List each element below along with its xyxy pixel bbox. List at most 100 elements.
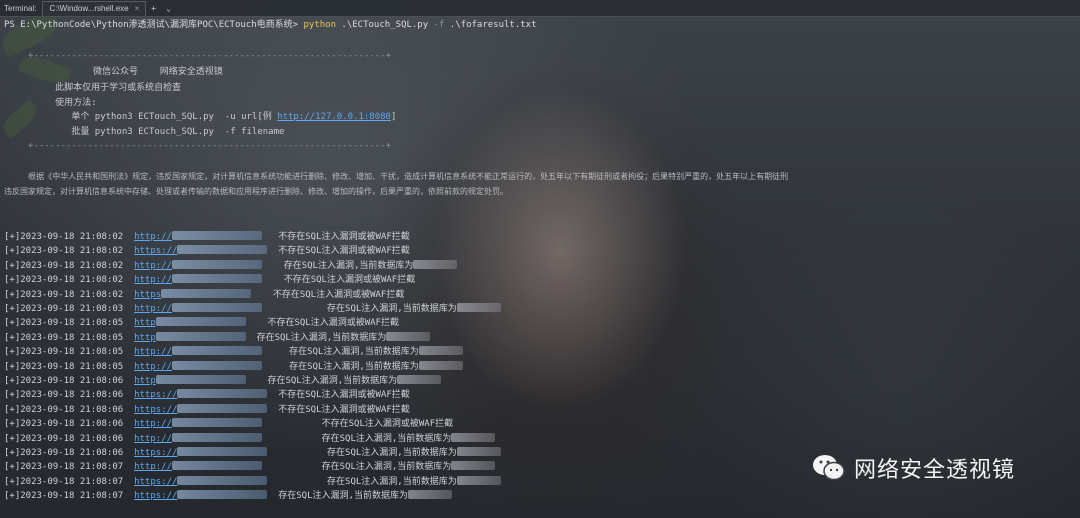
redacted-url-mask xyxy=(155,375,246,384)
redacted-url-mask xyxy=(177,447,268,456)
redacted-db-mask xyxy=(418,346,463,356)
result-spacing xyxy=(262,362,289,372)
result-timestamp: [+]2023-09-18 21:08:07 xyxy=(4,491,124,502)
redacted-db-mask xyxy=(407,490,452,500)
result-spacing xyxy=(262,419,322,429)
redacted-db-mask xyxy=(451,461,496,471)
result-row: [+]2023-09-18 21:08:06 http:// 存在SQL注入漏洞… xyxy=(4,432,496,445)
banner-border-bottom: +---------------------------------------… xyxy=(28,141,392,151)
result-message: 不存在SQL注入漏洞或被WAF拦截 xyxy=(283,275,416,286)
redacted-db-mask xyxy=(397,375,442,384)
result-spacing xyxy=(267,405,278,415)
result-message: 不存在SQL注入漏洞或被WAF拦截 xyxy=(267,318,399,329)
banner-line: 此脚本仅用于学习或系统自检查 xyxy=(28,83,182,93)
result-timestamp: [+]2023-09-18 21:08:02 xyxy=(4,246,124,257)
result-url[interactable]: http xyxy=(134,318,156,328)
redacted-url-mask xyxy=(172,231,262,240)
result-message: 存在SQL注入漏洞,当前数据库为 xyxy=(327,304,457,314)
result-timestamp: [+]2023-09-18 21:08:05 xyxy=(4,347,124,358)
redacted-db-mask xyxy=(456,447,501,456)
result-timestamp: [+]2023-09-18 21:08:02 xyxy=(4,275,124,286)
result-message: 存在SQL注入漏洞,当前数据库为 xyxy=(278,491,408,502)
result-row: [+]2023-09-18 21:08:07 https:// 存在SQL注入漏… xyxy=(4,475,501,488)
result-url[interactable]: https:// xyxy=(134,405,177,415)
result-row: [+]2023-09-18 21:08:06 https:// 存在SQL注入漏… xyxy=(4,447,501,459)
result-row: [+]2023-09-18 21:08:02 https:// 不存在SQL注入… xyxy=(4,245,410,257)
result-spacing xyxy=(262,232,278,242)
result-timestamp: [+]2023-09-18 21:08:06 xyxy=(4,390,124,401)
result-message: 不存在SQL注入漏洞或被WAF拦截 xyxy=(272,289,405,300)
result-timestamp: [+]2023-09-18 21:08:05 xyxy=(4,318,124,329)
command-file: .\fofaresult.txt xyxy=(444,20,537,30)
result-message: 不存在SQL注入漏洞或被WAF拦截 xyxy=(278,232,410,242)
result-url[interactable]: https:// xyxy=(134,477,177,487)
result-url[interactable]: https:// xyxy=(134,246,177,256)
result-url[interactable]: http:// xyxy=(134,434,172,444)
result-spacing xyxy=(267,491,278,501)
redacted-db-mask xyxy=(418,360,463,370)
result-timestamp: [+]2023-09-18 21:08:06 xyxy=(4,448,124,458)
result-url[interactable]: http:// xyxy=(134,462,172,472)
redacted-url-mask xyxy=(172,346,262,356)
redacted-db-mask xyxy=(386,331,431,341)
result-row: [+]2023-09-18 21:08:05 http:// 存在SQL注入漏洞… xyxy=(4,346,463,358)
result-url[interactable]: http xyxy=(134,376,156,386)
result-spacing xyxy=(246,376,268,386)
result-timestamp: [+]2023-09-18 21:08:07 xyxy=(4,476,124,487)
result-timestamp: [+]2023-09-18 21:08:06 xyxy=(4,404,124,415)
result-url[interactable]: http:// xyxy=(134,362,172,372)
result-spacing xyxy=(267,246,278,256)
result-url[interactable]: https:// xyxy=(134,390,177,400)
result-spacing xyxy=(246,318,268,328)
result-timestamp: [+]2023-09-18 21:08:06 xyxy=(4,376,124,386)
result-spacing xyxy=(262,261,284,271)
result-url[interactable]: https:// xyxy=(134,448,177,458)
redacted-url-mask xyxy=(155,317,246,327)
result-row: [+]2023-09-18 21:08:06 http 存在SQL注入漏洞,当前… xyxy=(4,375,442,387)
redacted-url-mask xyxy=(172,303,262,312)
watermark: 网络安全透视镜 xyxy=(812,452,1015,484)
wechat-icon xyxy=(813,455,845,481)
result-message: 存在SQL注入漏洞,当前数据库为 xyxy=(327,476,457,487)
result-message: 不存在SQL注入漏洞或被WAF拦截 xyxy=(321,419,454,430)
redacted-url-mask xyxy=(177,490,268,500)
result-message: 存在SQL注入漏洞,当前数据库为 xyxy=(327,448,457,458)
result-spacing xyxy=(262,347,289,357)
result-url[interactable]: http:// xyxy=(134,275,172,285)
result-timestamp: [+]2023-09-18 21:08:03 xyxy=(4,304,124,314)
result-row: [+]2023-09-18 21:08:06 http:// 不存在SQL注入漏… xyxy=(4,418,453,430)
result-row: [+]2023-09-18 21:08:06 https:// 不存在SQL注入… xyxy=(4,403,410,416)
result-row: [+]2023-09-18 21:08:02 http:// 存在SQL注入漏洞… xyxy=(4,259,458,272)
result-url[interactable]: http:// xyxy=(134,347,172,357)
watermark-text: 网络安全透视镜 xyxy=(854,458,1016,483)
redacted-url-mask xyxy=(172,274,262,284)
result-timestamp: [+]2023-09-18 21:08:06 xyxy=(4,433,124,444)
redacted-url-mask xyxy=(172,418,262,428)
result-url[interactable]: http:// xyxy=(134,232,172,242)
result-message: 不存在SQL注入漏洞或被WAF拦截 xyxy=(278,390,410,401)
result-url[interactable]: http xyxy=(134,333,156,343)
command-script: .\ECTouch_SQL.py xyxy=(336,20,434,30)
result-spacing xyxy=(246,333,257,343)
redacted-url-mask xyxy=(172,461,262,471)
result-timestamp: [+]2023-09-18 21:08:06 xyxy=(4,419,124,430)
result-url[interactable]: http:// xyxy=(134,419,172,429)
result-url[interactable]: http:// xyxy=(134,261,172,271)
prompt-text: PS E:\PythonCode\Python渗透测试\漏洞库POC\ECTou… xyxy=(4,20,304,30)
result-timestamp: [+]2023-09-18 21:08:05 xyxy=(4,361,124,372)
redacted-url-mask xyxy=(177,389,268,399)
terminal-output[interactable]: PS E:\PythonCode\Python渗透测试\漏洞库POC\ECTou… xyxy=(0,0,1080,518)
result-timestamp: [+]2023-09-18 21:08:02 xyxy=(4,289,124,300)
result-url[interactable]: https xyxy=(134,290,161,300)
redacted-url-mask xyxy=(177,403,268,413)
result-timestamp: [+]2023-09-18 21:08:05 xyxy=(4,332,124,343)
result-timestamp: [+]2023-09-18 21:08:02 xyxy=(4,260,124,271)
result-timestamp: [+]2023-09-18 21:08:07 xyxy=(4,462,124,473)
example-url-link[interactable]: http://127.0.0.1:8080 xyxy=(277,112,391,122)
result-url[interactable]: https:// xyxy=(134,491,177,501)
result-url[interactable]: http:// xyxy=(134,304,172,314)
result-spacing xyxy=(267,477,327,487)
redacted-url-mask xyxy=(172,259,262,269)
result-spacing xyxy=(262,434,322,444)
result-spacing xyxy=(262,304,327,314)
